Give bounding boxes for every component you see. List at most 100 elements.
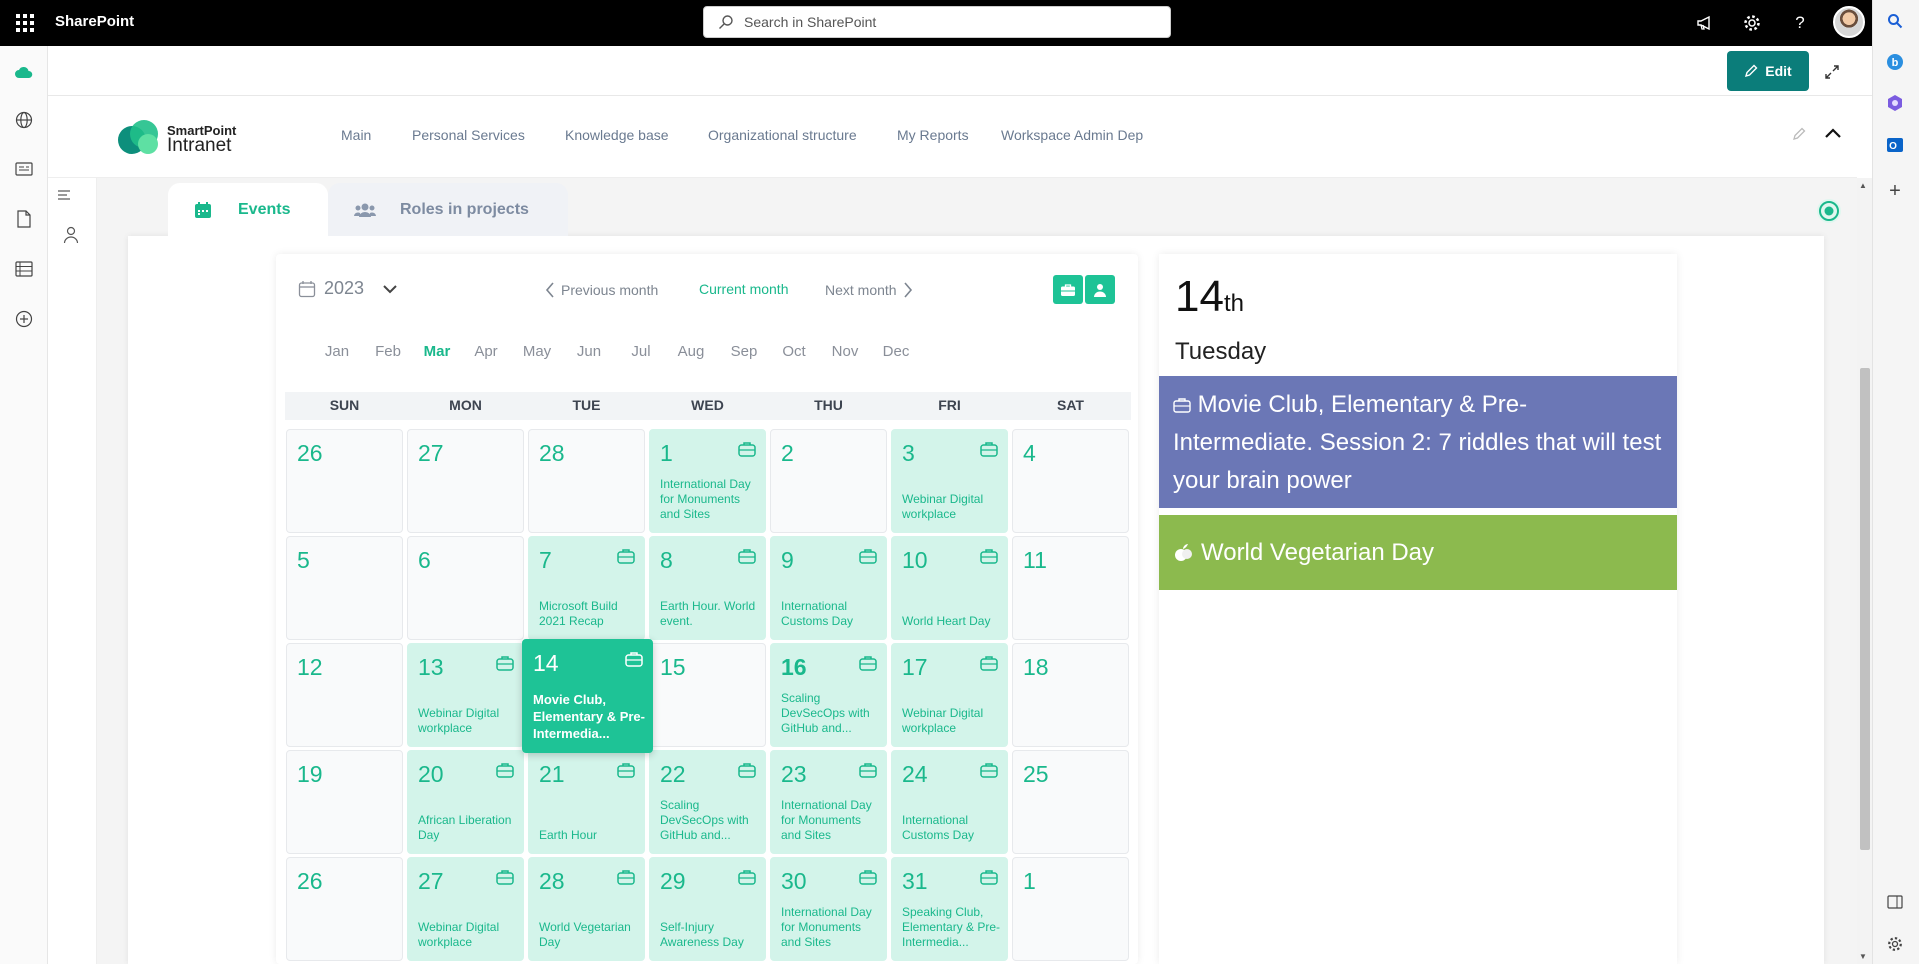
next-month-button[interactable]: Next month bbox=[825, 281, 913, 299]
day-cell-3[interactable]: 3 Webinar Digital workplace bbox=[891, 429, 1008, 533]
day-cell-15[interactable]: 15 bbox=[649, 643, 766, 747]
nav-personal-services[interactable]: Personal Services bbox=[412, 127, 525, 143]
day-cell-6[interactable]: 6 bbox=[407, 536, 524, 640]
month-mar[interactable]: Mar bbox=[417, 343, 457, 360]
briefcase-icon bbox=[495, 654, 515, 674]
month-sep[interactable]: Sep bbox=[724, 343, 764, 360]
day-cell-18[interactable]: 18 bbox=[1012, 643, 1129, 747]
list-icon[interactable] bbox=[12, 257, 36, 281]
day-cell-7[interactable]: 7 Microsoft Build 2021 Recap bbox=[528, 536, 645, 640]
day-cell-26[interactable]: 26 bbox=[286, 857, 403, 961]
scroll-down-arrow[interactable]: ▼ bbox=[1859, 952, 1867, 961]
day-cell-19[interactable]: 19 bbox=[286, 750, 403, 854]
add-icon[interactable] bbox=[12, 307, 36, 331]
search-input[interactable]: Search in SharePoint bbox=[703, 6, 1171, 38]
filter-events-button[interactable] bbox=[1053, 275, 1083, 304]
scrollbar-thumb[interactable] bbox=[1860, 368, 1870, 850]
month-dec[interactable]: Dec bbox=[876, 343, 916, 360]
day-cell-5[interactable]: 5 bbox=[286, 536, 403, 640]
nav-main[interactable]: Main bbox=[341, 127, 371, 143]
month-oct[interactable]: Oct bbox=[774, 343, 814, 360]
month-jan[interactable]: Jan bbox=[317, 343, 357, 360]
day-cell-20[interactable]: 20 African Liberation Day bbox=[407, 750, 524, 854]
app-launcher-icon[interactable] bbox=[14, 12, 36, 34]
home-cloud-icon[interactable] bbox=[12, 60, 36, 84]
briefcase-icon bbox=[737, 868, 757, 888]
day-cell-30[interactable]: 30 International Day for Monuments and Si… bbox=[770, 857, 887, 961]
tab-events[interactable]: Events bbox=[168, 183, 328, 236]
day-cell-31[interactable]: 31 Speaking Club, Elementary & Pre-Interm… bbox=[891, 857, 1008, 961]
previous-month-button[interactable]: Previous month bbox=[545, 281, 658, 299]
copilot-icon[interactable] bbox=[1882, 90, 1908, 116]
day-cell-12[interactable]: 12 bbox=[286, 643, 403, 747]
edit-nav-pencil-icon[interactable] bbox=[1792, 127, 1806, 146]
day-cell-23[interactable]: 23 International Day for Monuments and Si… bbox=[770, 750, 887, 854]
filter-personal-button[interactable] bbox=[1085, 275, 1115, 304]
document-icon[interactable] bbox=[12, 207, 36, 231]
day-cell-16[interactable]: 16 Scaling DevSecOps with GitHub and... bbox=[770, 643, 887, 747]
day-cell-1[interactable]: 1 International Day for Monuments and Sit… bbox=[649, 429, 766, 533]
month-may[interactable]: May bbox=[517, 343, 557, 360]
settings-icon[interactable] bbox=[1882, 931, 1908, 957]
day-cell-1[interactable]: 1 bbox=[1012, 857, 1129, 961]
nav-workspace-admin-dep[interactable]: Workspace Admin Dep bbox=[1001, 127, 1143, 143]
scroll-up-arrow[interactable]: ▲ bbox=[1859, 181, 1867, 190]
nav-my-reports[interactable]: My Reports bbox=[897, 127, 969, 143]
day-cell-13[interactable]: 13 Webinar Digital workplace bbox=[407, 643, 524, 747]
month-feb[interactable]: Feb bbox=[368, 343, 408, 360]
day-cell-25[interactable]: 25 bbox=[1012, 750, 1129, 854]
month-aug[interactable]: Aug bbox=[671, 343, 711, 360]
user-avatar[interactable] bbox=[1833, 6, 1865, 38]
nav-organizational-structure[interactable]: Organizational structure bbox=[708, 127, 857, 143]
add-app-icon[interactable]: + bbox=[1882, 178, 1908, 204]
briefcase-icon bbox=[616, 547, 636, 567]
chevron-up-icon[interactable] bbox=[1823, 126, 1843, 145]
globe-icon[interactable] bbox=[12, 108, 36, 132]
menu-lines-icon[interactable] bbox=[57, 188, 71, 206]
day-cell-26[interactable]: 26 bbox=[286, 429, 403, 533]
detail-event-1[interactable]: Movie Club, Elementary & Pre-Intermediat… bbox=[1159, 376, 1677, 508]
bing-icon[interactable]: b bbox=[1882, 49, 1908, 75]
hide-sidebar-icon[interactable] bbox=[1882, 889, 1908, 915]
detail-event-2[interactable]: World Vegetarian Day bbox=[1159, 515, 1677, 590]
day-cell-27[interactable]: 27 bbox=[407, 429, 524, 533]
news-icon[interactable] bbox=[12, 157, 36, 181]
day-cell-10[interactable]: 10 World Heart Day bbox=[891, 536, 1008, 640]
outlook-icon[interactable]: O bbox=[1882, 132, 1908, 158]
month-jun[interactable]: Jun bbox=[569, 343, 609, 360]
day-cell-29[interactable]: 29 Self-Injury Awareness Day bbox=[649, 857, 766, 961]
day-cell-27[interactable]: 27 Webinar Digital workplace bbox=[407, 857, 524, 961]
day-cell-2[interactable]: 2 bbox=[770, 429, 887, 533]
calendar-icon bbox=[195, 201, 211, 218]
status-ring-icon[interactable] bbox=[1815, 197, 1843, 225]
event-title: Earth Hour bbox=[539, 828, 598, 842]
day-cell-9[interactable]: 9 International Customs Day bbox=[770, 536, 887, 640]
tab-roles-in-projects[interactable]: Roles in projects bbox=[328, 183, 568, 236]
gear-icon[interactable] bbox=[1740, 11, 1764, 35]
day-cell-28[interactable]: 28 World Vegetarian Day bbox=[528, 857, 645, 961]
expand-icon[interactable] bbox=[1820, 60, 1844, 84]
current-month-button[interactable]: Current month bbox=[699, 281, 788, 297]
edit-button[interactable]: Edit bbox=[1727, 51, 1809, 91]
month-jul[interactable]: Jul bbox=[621, 343, 661, 360]
day-cell-24[interactable]: 24 International Customs Day bbox=[891, 750, 1008, 854]
person-icon[interactable] bbox=[63, 226, 79, 249]
month-nov[interactable]: Nov bbox=[825, 343, 865, 360]
megaphone-icon[interactable] bbox=[1693, 11, 1717, 35]
day-cell-4[interactable]: 4 bbox=[1012, 429, 1129, 533]
brand-name[interactable]: SharePoint bbox=[55, 13, 134, 30]
day-cell-17[interactable]: 17 Webinar Digital workplace bbox=[891, 643, 1008, 747]
month-apr[interactable]: Apr bbox=[466, 343, 506, 360]
help-icon[interactable]: ? bbox=[1788, 11, 1812, 35]
day-cell-11[interactable]: 11 bbox=[1012, 536, 1129, 640]
day-cell-21[interactable]: 21 Earth Hour bbox=[528, 750, 645, 854]
day-cell-28[interactable]: 28 bbox=[528, 429, 645, 533]
year-selector[interactable]: 2023 bbox=[298, 278, 398, 299]
site-logo[interactable]: SmartPoint Intranet bbox=[117, 118, 247, 156]
day-cell-8[interactable]: 8 Earth Hour. World event. bbox=[649, 536, 766, 640]
day-cell-22[interactable]: 22 Scaling DevSecOps with GitHub and... bbox=[649, 750, 766, 854]
search-icon[interactable] bbox=[1882, 8, 1908, 34]
event-title: Webinar Digital workplace bbox=[418, 920, 500, 949]
day-cell-14[interactable]: 14 Movie Club, Elementary & Pre-Intermedi… bbox=[522, 639, 653, 753]
nav-knowledge-base[interactable]: Knowledge base bbox=[565, 127, 669, 143]
